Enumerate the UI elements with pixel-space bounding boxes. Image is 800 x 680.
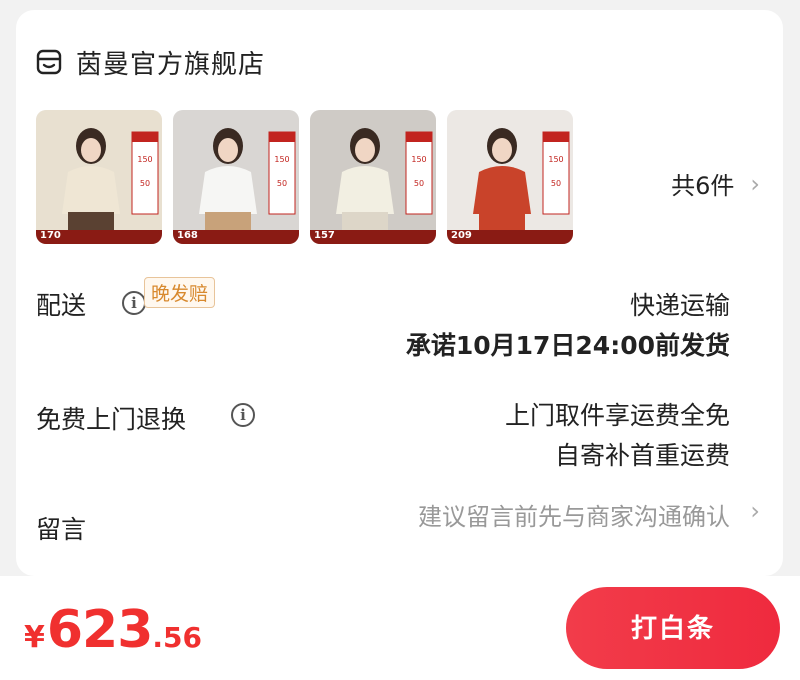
pay-button[interactable]: 打白条 [566, 587, 780, 669]
svg-text:50: 50 [414, 179, 424, 188]
message-input[interactable]: 建议留言前先与商家沟通确认 [418, 497, 730, 532]
product-price-tag: 157 [314, 230, 335, 241]
svg-text:50: 50 [551, 179, 561, 188]
svg-text:150: 150 [137, 155, 152, 164]
product-thumbnail[interactable]: 150 50 209 [447, 110, 573, 244]
product-thumbnails[interactable]: 150 50 170 150 50 168 150 50 157 150 50 209 [36, 110, 584, 244]
delivery-label: 配送 [36, 291, 87, 320]
returns-label: 免费上门退换 [36, 405, 187, 434]
store-icon [36, 49, 62, 75]
product-thumbnail[interactable]: 150 50 157 [310, 110, 436, 244]
delivery-promise: 承诺10月17日24:00前发货 [405, 331, 730, 360]
svg-text:150: 150 [274, 155, 289, 164]
price-decimal: .56 [152, 621, 203, 654]
product-thumbnail[interactable]: 150 50 168 [173, 110, 299, 244]
returns-self-ship: 自寄补首重运费 [554, 441, 730, 470]
item-count-label: 共6件 [671, 172, 735, 200]
svg-text:150: 150 [411, 155, 426, 164]
returns-pickup: 上门取件享运费全免 [504, 401, 730, 430]
product-image: 150 50 [173, 110, 299, 244]
product-price-tag: 209 [451, 230, 472, 241]
info-icon[interactable]: i [231, 403, 255, 427]
product-thumbnail[interactable]: 150 50 170 [36, 110, 162, 244]
svg-text:150: 150 [548, 155, 563, 164]
delivery-method: 快递运输 [629, 291, 730, 320]
info-icon[interactable]: i [122, 291, 146, 315]
product-price-tag: 170 [40, 230, 61, 241]
product-image: 150 50 [36, 110, 162, 244]
product-price-tag: 168 [177, 230, 198, 241]
price-integer: 623 [46, 600, 154, 660]
total-price: ¥ 623 .56 [24, 600, 202, 660]
chevron-right-icon: › [750, 169, 760, 198]
store-name: 茵曼官方旗舰店 [76, 49, 266, 80]
product-image: 150 50 [447, 110, 573, 244]
currency-symbol: ¥ [24, 620, 45, 655]
chevron-right-icon: › [750, 497, 760, 525]
store-header[interactable]: 茵曼官方旗舰店 [36, 40, 265, 84]
message-label: 留言 [36, 515, 87, 544]
late-delivery-badge: 晚发赔 [144, 277, 216, 308]
item-count[interactable]: 共6件 › [671, 166, 760, 201]
svg-text:50: 50 [140, 179, 150, 188]
svg-text:50: 50 [277, 179, 287, 188]
product-image: 150 50 [310, 110, 436, 244]
